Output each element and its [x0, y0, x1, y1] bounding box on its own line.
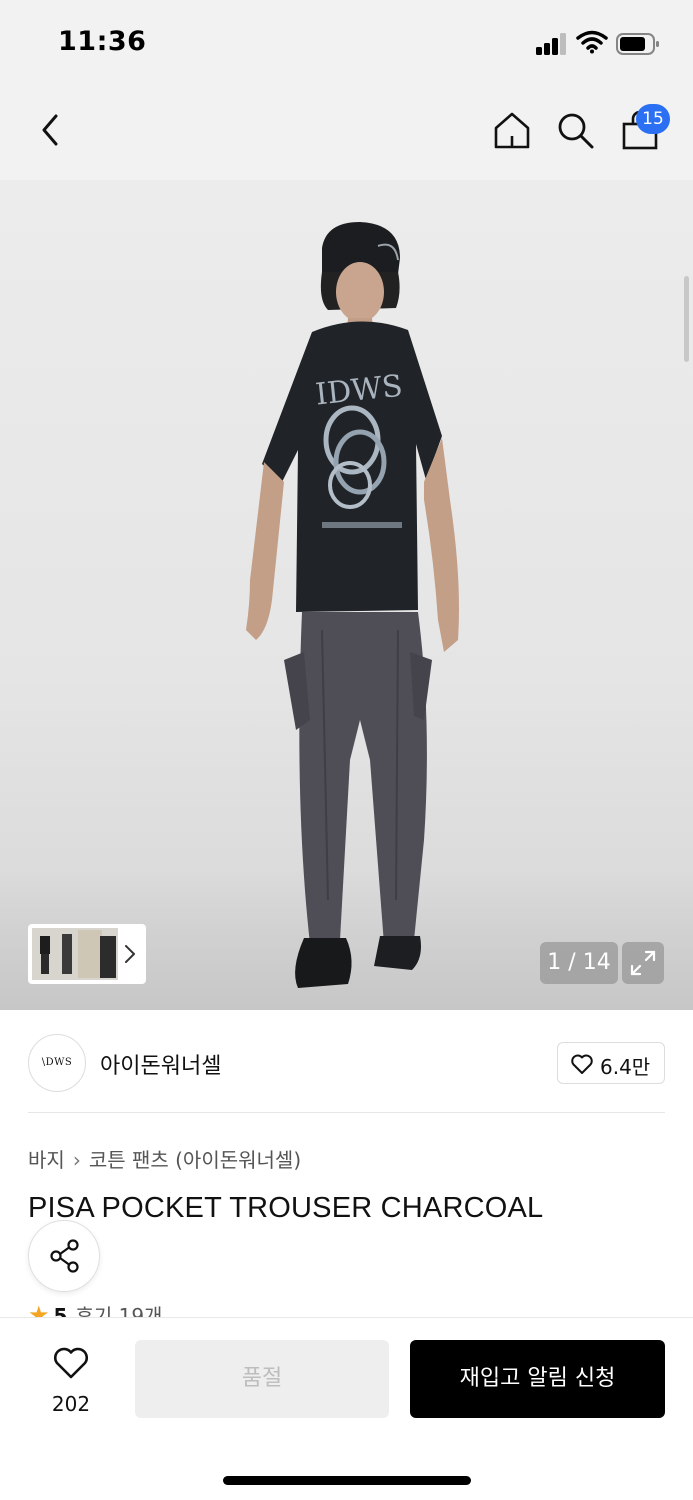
breadcrumb-category[interactable]: 바지 — [28, 1148, 65, 1172]
search-icon[interactable] — [555, 110, 595, 150]
thumbnail-images — [32, 928, 118, 980]
cellular-signal-icon — [536, 33, 568, 55]
product-title: PISA POCKET TROUSER CHARCOAL — [28, 1192, 544, 1224]
top-nav-bar: 15 — [0, 88, 693, 180]
chevron-left-icon[interactable] — [34, 110, 66, 150]
wishlist-count: 202 — [51, 1392, 91, 1416]
divider — [28, 1112, 665, 1113]
image-counter: 1 / 14 — [540, 942, 618, 984]
chevron-right-icon: › — [72, 1148, 81, 1172]
cart-count-badge: 15 — [636, 104, 670, 134]
battery-icon — [616, 33, 659, 55]
wifi-icon — [576, 30, 608, 54]
share-button[interactable] — [28, 1220, 100, 1292]
breadcrumb-subcategory[interactable]: 코튼 팬츠 (아이돈워너셀) — [89, 1148, 301, 1172]
restock-alert-button[interactable]: 재입고 알림 신청 — [410, 1340, 665, 1418]
brand-row[interactable]: \DWS 아이돈워너셀 6.4만 — [28, 1034, 665, 1094]
scroll-indicator — [684, 276, 689, 362]
chevron-right-icon — [125, 945, 135, 963]
brand-logo[interactable]: \DWS — [28, 1034, 86, 1092]
heart-icon — [54, 1347, 88, 1379]
expand-image-button[interactable] — [622, 942, 664, 984]
brand-like-button[interactable]: 6.4만 — [557, 1042, 665, 1084]
expand-icon — [630, 950, 656, 976]
bottom-action-bar: 202 품절 재입고 알림 신청 — [0, 1317, 693, 1500]
product-image-gallery[interactable]: IDWS 1 / 14 — [0, 180, 693, 1010]
status-bar: 11:36 — [0, 0, 693, 88]
share-icon — [50, 1239, 79, 1273]
category-breadcrumb: 바지 › 코튼 팬츠 (아이돈워너셀) — [28, 1144, 301, 1173]
status-time: 11:36 — [58, 26, 147, 57]
product-photo-model: IDWS — [246, 222, 459, 988]
thumbnail-strip[interactable] — [28, 924, 146, 984]
heart-icon — [571, 1054, 593, 1074]
home-icon[interactable] — [492, 110, 532, 150]
brand-like-count: 6.4만 — [600, 1055, 651, 1079]
home-indicator — [223, 1476, 471, 1485]
brand-name[interactable]: 아이돈워너셀 — [100, 1048, 221, 1080]
sold-out-button[interactable]: 품절 — [135, 1340, 389, 1418]
wishlist-button[interactable]: 202 — [44, 1342, 98, 1416]
